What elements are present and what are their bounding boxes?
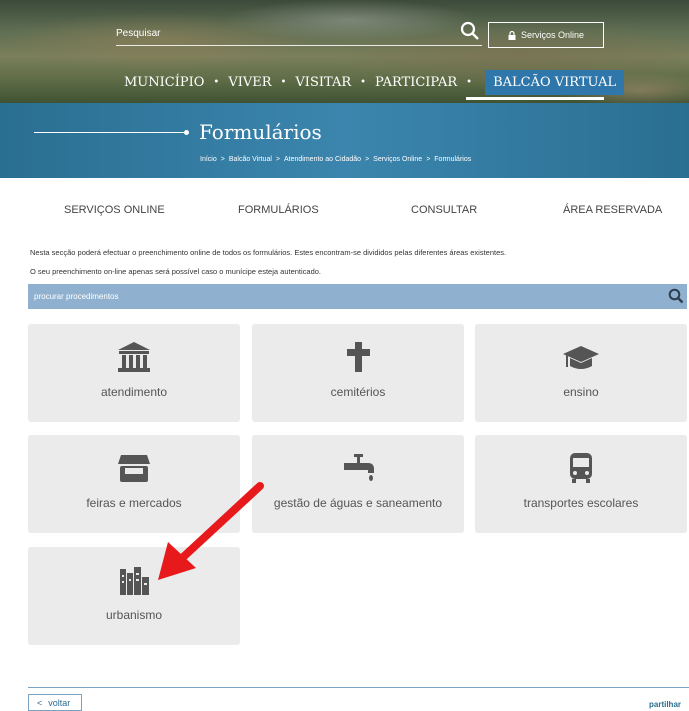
- breadcrumb-separator: >: [426, 156, 431, 163]
- site-search-input[interactable]: Pesquisar: [116, 28, 160, 39]
- tab-formularios[interactable]: FORMULÁRIOS: [238, 204, 319, 216]
- banner-decor-dot: [184, 130, 189, 135]
- page-banner: Formulários Início > Balcão Virtual > At…: [0, 103, 689, 178]
- back-label: voltar: [48, 697, 71, 708]
- tile-label: atendimento: [100, 385, 168, 399]
- main-nav: MUNICÍPIO • VIVER • VISITAR • PARTICIPAR…: [124, 67, 625, 97]
- tile-label: urbanismo: [105, 608, 163, 622]
- servicos-online-label: Serviços Online: [520, 30, 585, 40]
- nav-balcao-virtual[interactable]: BALCÃO VIRTUAL: [485, 69, 625, 95]
- tab-area-reservada[interactable]: ÁREA RESERVADA: [563, 204, 662, 216]
- nav-separator: •: [280, 76, 287, 88]
- breadcrumb-separator: >: [365, 156, 370, 163]
- breadcrumb-balcao-virtual[interactable]: Balcão Virtual: [229, 156, 272, 163]
- procedure-search-input[interactable]: procurar procedimentos: [34, 292, 118, 301]
- procedure-search-bar[interactable]: procurar procedimentos: [28, 284, 687, 309]
- nav-active-underline: [466, 97, 604, 100]
- tile-ensino[interactable]: ensino: [475, 324, 687, 422]
- breadcrumb-separator: >: [275, 156, 280, 163]
- institution-icon: [118, 342, 150, 372]
- lock-icon: [508, 30, 516, 40]
- search-icon[interactable]: [460, 21, 480, 41]
- breadcrumb-inicio[interactable]: Início: [200, 156, 217, 163]
- breadcrumb-separator: >: [220, 156, 225, 163]
- breadcrumb-atendimento[interactable]: Atendimento ao Cidadão: [284, 156, 361, 163]
- tile-transportes-escolares[interactable]: transportes escolares: [475, 435, 687, 533]
- breadcrumb-servicos-online[interactable]: Serviços Online: [373, 156, 422, 163]
- tile-atendimento[interactable]: atendimento: [28, 324, 240, 422]
- site-header: Pesquisar Serviços Online MUNICÍPIO • VI…: [0, 0, 689, 103]
- chevron-left-icon: <: [37, 697, 43, 708]
- tile-cemiterios[interactable]: cemitérios: [252, 324, 464, 422]
- breadcrumb: Início > Balcão Virtual > Atendimento ao…: [200, 156, 471, 163]
- tab-servicos-online[interactable]: SERVIÇOS ONLINE: [64, 204, 165, 216]
- nav-separator: •: [466, 76, 473, 88]
- tile-label: transportes escolares: [523, 496, 639, 510]
- nav-viver[interactable]: VIVER: [228, 71, 271, 94]
- nav-participar[interactable]: PARTICIPAR: [375, 71, 457, 94]
- nav-visitar[interactable]: VISITAR: [295, 71, 351, 94]
- faucet-icon: [344, 454, 374, 481]
- tab-consultar[interactable]: CONSULTAR: [411, 204, 477, 216]
- share-link[interactable]: partilhar: [649, 700, 681, 709]
- servicos-online-button[interactable]: Serviços Online: [488, 22, 604, 48]
- cross-icon: [347, 342, 370, 372]
- intro-text-1: Nesta secção poderá efectuar o preenchim…: [30, 248, 507, 257]
- nav-separator: •: [213, 76, 220, 88]
- tile-label: gestão de águas e saneamento: [273, 496, 443, 510]
- nav-separator: •: [360, 76, 367, 88]
- tile-label: cemitérios: [330, 385, 386, 399]
- bus-icon: [570, 453, 592, 483]
- back-button[interactable]: < voltar: [28, 694, 82, 711]
- nav-municipio[interactable]: MUNICÍPIO: [124, 71, 204, 94]
- tile-gestao-aguas[interactable]: gestão de águas e saneamento: [252, 435, 464, 533]
- footer-divider: [28, 687, 689, 688]
- section-tabs: SERVIÇOS ONLINE FORMULÁRIOS CONSULTAR ÁR…: [0, 200, 689, 220]
- banner-decor-line: [34, 132, 184, 133]
- intro-text-2: O seu preenchimento on-line apenas será …: [30, 267, 322, 276]
- tile-label: ensino: [563, 385, 599, 399]
- site-search[interactable]: Pesquisar: [116, 21, 482, 46]
- graduation-cap-icon: [563, 346, 599, 369]
- red-arrow-annotation: [158, 482, 264, 580]
- breadcrumb-formularios: Formulários: [434, 156, 472, 163]
- page-title: Formulários: [199, 120, 322, 144]
- search-icon[interactable]: [668, 288, 684, 304]
